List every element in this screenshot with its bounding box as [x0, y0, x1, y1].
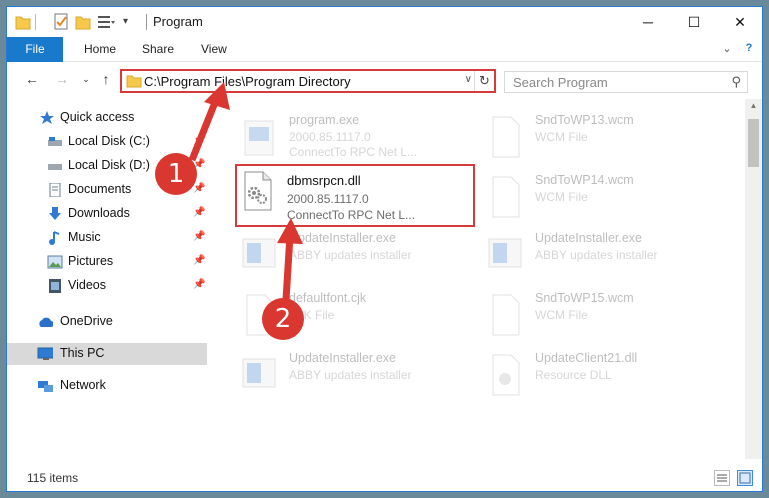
- arrow-1-head: [204, 82, 230, 110]
- callout-2: 2: [262, 298, 304, 340]
- arrow-1-shaft: [188, 98, 220, 162]
- arrow-2-head: [277, 218, 303, 244]
- callout-1: 1: [155, 153, 197, 195]
- annotation-arrows: [188, 82, 303, 301]
- arrow-2-shaft: [282, 234, 294, 301]
